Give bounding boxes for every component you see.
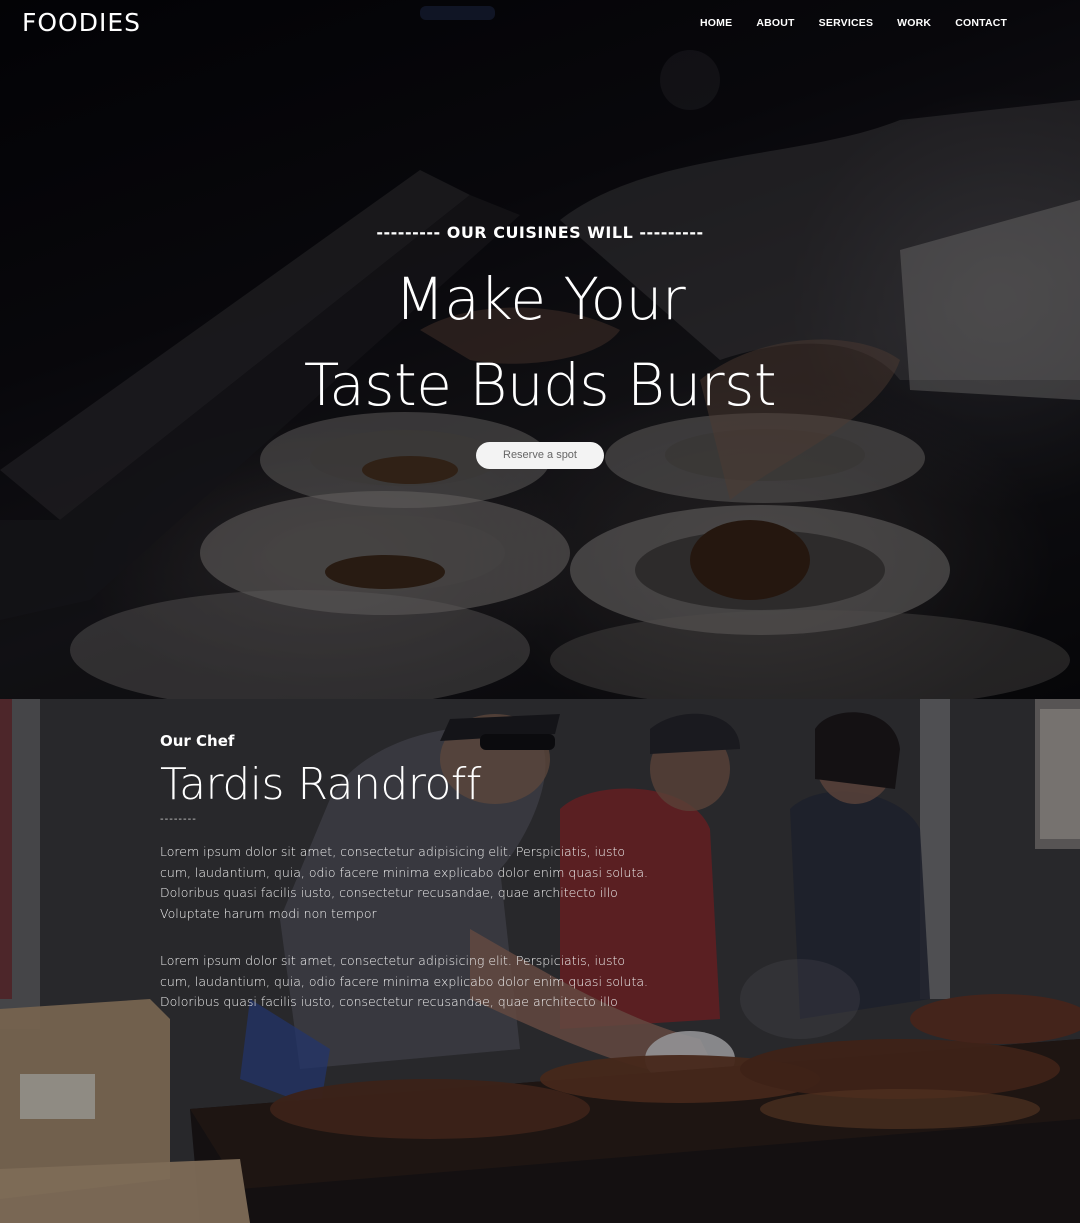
brand-logo[interactable]: FOODIES [22, 8, 141, 37]
chef-bio-paragraph-1: Lorem ipsum dolor sit amet, consectetur … [160, 844, 648, 921]
hero-headline: Make Your Taste Buds Burst [0, 256, 1080, 428]
nav-services[interactable]: SERVICES [819, 17, 874, 29]
hero-headline-line-2: Taste Buds Burst [303, 351, 777, 419]
nav-home[interactable]: HOME [700, 17, 732, 29]
hero-content: --------- OUR CUISINES WILL --------- Ma… [0, 220, 1080, 469]
hero-kicker: --------- OUR CUISINES WILL --------- [376, 223, 704, 242]
hero-section: FOODIES HOME ABOUT SERVICES WORK CONTACT… [0, 0, 1080, 699]
chef-divider: -------- [160, 814, 197, 825]
chef-content: Our Chef Tardis Randroff -------- Lorem … [160, 732, 650, 1013]
nav-about[interactable]: ABOUT [756, 17, 794, 29]
chef-section: Our Chef Tardis Randroff -------- Lorem … [0, 699, 1080, 1223]
chef-eyebrow: Our Chef [160, 732, 235, 750]
nav-work[interactable]: WORK [897, 17, 931, 29]
nav-contact[interactable]: CONTACT [955, 17, 1007, 29]
chef-bio-paragraph-2: Lorem ipsum dolor sit amet, consectetur … [160, 953, 648, 1009]
hero-headline-line-1: Make Your [394, 265, 686, 333]
main-nav: HOME ABOUT SERVICES WORK CONTACT [700, 17, 1031, 29]
chef-name: Tardis Randroff [160, 759, 481, 810]
reserve-spot-button[interactable]: Reserve a spot [476, 442, 604, 469]
